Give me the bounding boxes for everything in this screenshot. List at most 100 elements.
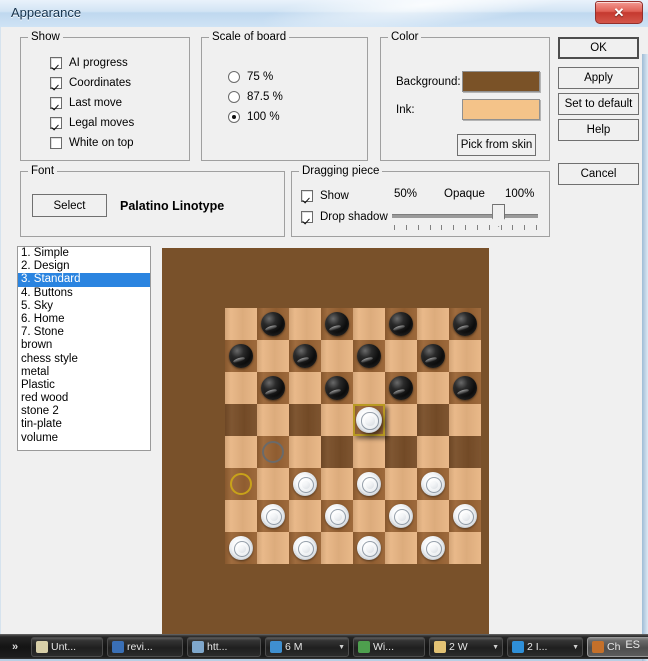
board-square[interactable]	[449, 340, 481, 372]
taskbar-item[interactable]: Unt...	[31, 637, 103, 657]
chevron-down-icon[interactable]: ▼	[492, 644, 499, 651]
board-square[interactable]	[353, 436, 385, 468]
board-square[interactable]	[225, 308, 257, 340]
white-piece[interactable]	[293, 536, 317, 560]
skin-list-item[interactable]: Plastic	[18, 379, 150, 392]
board-square[interactable]	[321, 436, 353, 468]
set-to-default-button[interactable]: Set to default	[558, 93, 639, 115]
chevron-down-icon[interactable]: ▼	[572, 644, 579, 651]
black-piece[interactable]	[421, 344, 445, 368]
opacity-slider-thumb[interactable]	[492, 204, 506, 227]
board-square[interactable]	[225, 372, 257, 404]
board-preview[interactable]	[162, 248, 489, 634]
white-piece[interactable]	[389, 504, 413, 528]
font-select-button[interactable]: Select	[32, 194, 107, 217]
black-piece[interactable]	[261, 376, 285, 400]
board-square[interactable]	[385, 468, 417, 500]
white-piece[interactable]	[421, 472, 445, 496]
board-square[interactable]	[225, 436, 257, 468]
checkers-board[interactable]	[225, 308, 481, 564]
checkbox-legal-moves-box[interactable]	[50, 117, 62, 129]
board-square[interactable]	[289, 372, 321, 404]
board-square[interactable]	[417, 500, 449, 532]
skin-list-item[interactable]: 3. Standard	[18, 273, 150, 287]
radio-scale-87-5-box[interactable]	[228, 91, 240, 103]
board-square[interactable]	[321, 404, 353, 436]
skin-list-item[interactable]: 2. Design	[18, 260, 150, 273]
skin-list-item[interactable]: 7. Stone	[18, 326, 150, 339]
taskbar-item[interactable]: 2 W ▼	[429, 637, 503, 657]
white-piece[interactable]	[325, 504, 349, 528]
black-piece[interactable]	[453, 376, 477, 400]
radio-scale-100-box[interactable]	[228, 111, 240, 123]
legal-move-marker[interactable]	[262, 441, 284, 463]
white-piece[interactable]	[293, 472, 317, 496]
checkbox-dragging-show-box[interactable]	[301, 190, 313, 202]
board-square[interactable]	[417, 308, 449, 340]
chevron-down-icon[interactable]: ▼	[338, 644, 345, 651]
board-square[interactable]	[257, 468, 289, 500]
radio-scale-75-box[interactable]	[228, 71, 240, 83]
taskbar-item[interactable]: Wi...	[353, 637, 425, 657]
board-square[interactable]	[385, 532, 417, 564]
radio-scale-75[interactable]: 75 %	[228, 71, 273, 83]
board-square[interactable]	[225, 500, 257, 532]
board-square[interactable]	[257, 532, 289, 564]
board-square[interactable]	[449, 436, 481, 468]
board-square[interactable]	[449, 532, 481, 564]
board-square[interactable]	[257, 404, 289, 436]
black-piece[interactable]	[325, 312, 349, 336]
board-square[interactable]	[257, 340, 289, 372]
board-square[interactable]	[353, 308, 385, 340]
checkbox-last-move[interactable]: Last move	[50, 97, 122, 109]
white-piece[interactable]	[229, 536, 253, 560]
checkbox-coordinates[interactable]: Coordinates	[50, 77, 131, 89]
white-piece[interactable]	[421, 536, 445, 560]
checkbox-white-on-top[interactable]: White on top	[50, 137, 134, 149]
black-piece[interactable]	[293, 344, 317, 368]
board-square[interactable]	[385, 340, 417, 372]
black-piece[interactable]	[229, 344, 253, 368]
white-piece[interactable]	[357, 472, 381, 496]
black-piece[interactable]	[389, 376, 413, 400]
skin-list-item[interactable]: 4. Buttons	[18, 287, 150, 300]
apply-button[interactable]: Apply	[558, 67, 639, 89]
board-square[interactable]	[289, 404, 321, 436]
help-button[interactable]: Help	[558, 119, 639, 141]
black-piece[interactable]	[357, 344, 381, 368]
board-square[interactable]	[321, 532, 353, 564]
radio-scale-100[interactable]: 100 %	[228, 111, 280, 123]
skin-list-item[interactable]: stone 2	[18, 405, 150, 418]
radio-scale-87-5[interactable]: 87.5 %	[228, 91, 283, 103]
skin-list-item[interactable]: metal	[18, 366, 150, 379]
skin-list-item[interactable]: volume	[18, 432, 150, 445]
checkbox-drop-shadow-box[interactable]	[301, 211, 313, 223]
white-piece[interactable]	[453, 504, 477, 528]
taskbar-language-indicator[interactable]: ES	[625, 639, 640, 651]
skin-list[interactable]: 1. Simple 2. Design 3. Standard 4. Buttons 5…	[17, 246, 151, 451]
opacity-slider-track[interactable]	[392, 214, 538, 218]
board-square[interactable]	[353, 372, 385, 404]
ink-color-swatch[interactable]	[462, 99, 540, 120]
board-square[interactable]	[289, 500, 321, 532]
ok-button[interactable]: OK	[558, 37, 639, 59]
taskbar-item[interactable]: htt...	[187, 637, 261, 657]
pick-from-skin-button[interactable]: Pick from skin	[457, 134, 536, 156]
skin-list-item[interactable]: 1. Simple	[18, 247, 150, 260]
board-square[interactable]	[321, 468, 353, 500]
skin-list-item[interactable]: 6. Home	[18, 313, 150, 326]
skin-list-item[interactable]: brown	[18, 339, 150, 352]
white-piece[interactable]	[357, 536, 381, 560]
board-square[interactable]	[289, 436, 321, 468]
taskbar-item[interactable]: revi...	[107, 637, 183, 657]
skin-list-item[interactable]: 5. Sky	[18, 300, 150, 313]
board-square[interactable]	[417, 372, 449, 404]
board-square[interactable]	[449, 404, 481, 436]
cancel-button[interactable]: Cancel	[558, 163, 639, 185]
board-square[interactable]	[321, 340, 353, 372]
board-square[interactable]	[385, 436, 417, 468]
checkbox-dragging-show[interactable]: Show	[301, 190, 349, 202]
board-square[interactable]	[417, 436, 449, 468]
checkbox-legal-moves[interactable]: Legal moves	[50, 117, 134, 129]
taskbar-item[interactable]: 6 M ▼	[265, 637, 349, 657]
